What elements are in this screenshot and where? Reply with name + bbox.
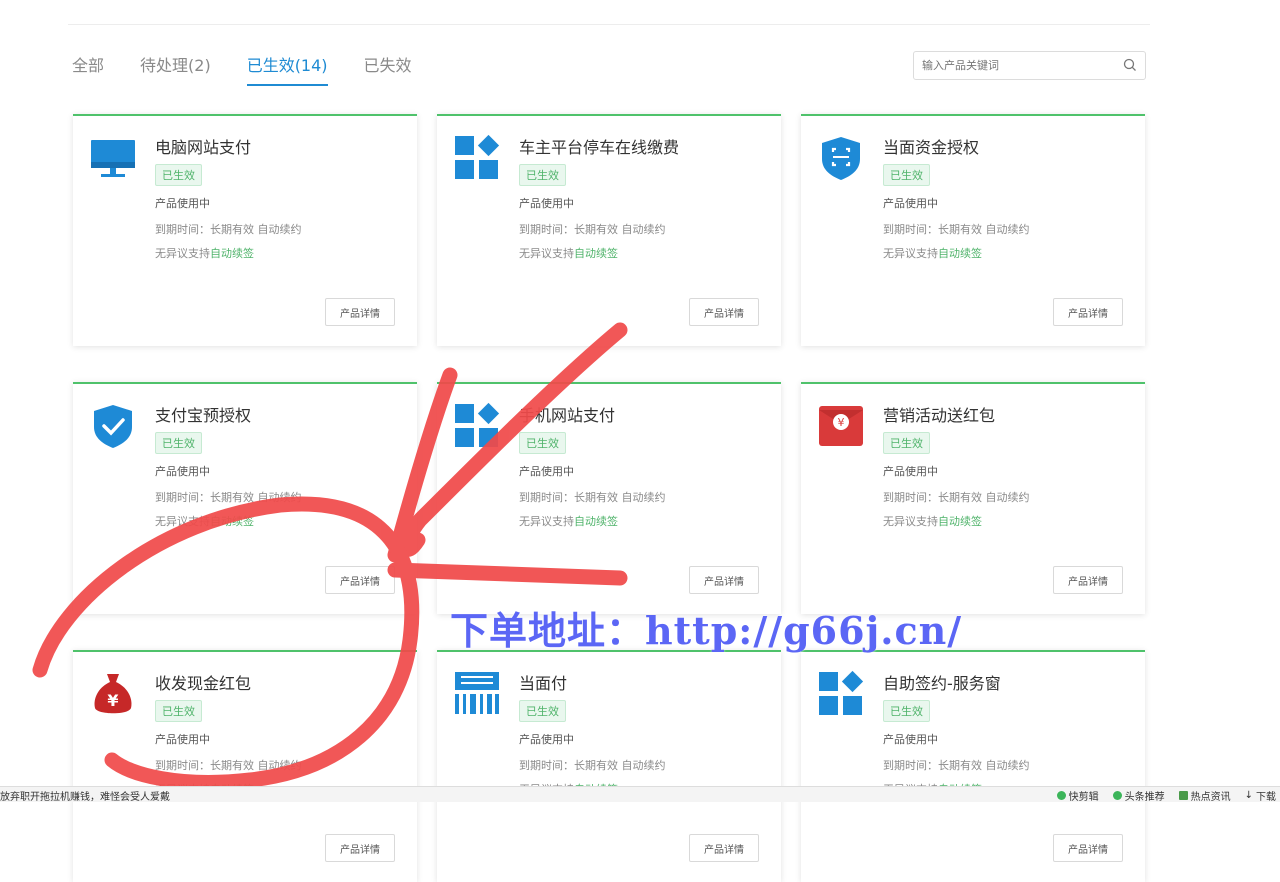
product-card: 手机网站支付 已生效产品使用中到期时间：长期有效 自动续约 无异议支持自动续签产品详…	[437, 382, 781, 614]
product-card: 电脑网站支付 已生效产品使用中到期时间：长期有效 自动续约 无异议支持自动续签产品详…	[73, 114, 417, 346]
search-icon[interactable]	[1123, 58, 1137, 72]
shield-check-icon	[89, 402, 137, 450]
tab-active[interactable]: 已生效(14)	[246, 52, 328, 86]
support-line: 无异议支持自动续签	[883, 513, 982, 529]
product-card: ¥收发现金红包已生效产品使用中到期时间：长期有效 自动续约无异议支持自动续签产品…	[73, 650, 417, 882]
auto-renew-link[interactable]: 自动续签	[938, 247, 982, 260]
product-detail-button[interactable]: 产品详情	[1053, 834, 1123, 862]
product-title: 营销活动送红包	[883, 406, 996, 425]
expiry-text: 到期时间：长期有效 自动续约	[155, 491, 302, 504]
watermark-text: 下单地址：http://g66j.cn/	[450, 608, 963, 653]
usage-text: 产品使用中	[155, 733, 210, 746]
support-prefix: 无异议支持	[519, 515, 574, 528]
support-line: 无异议支持自动续签	[155, 513, 254, 529]
expiry-text: 到期时间：长期有效 自动续约	[883, 223, 1030, 236]
usage-text: 产品使用中	[155, 465, 210, 478]
top-divider	[68, 24, 1150, 25]
status-badge: 已生效	[519, 164, 566, 186]
support-prefix: 无异议支持	[155, 515, 210, 528]
download-arrow-icon: ↓	[1244, 790, 1253, 801]
support-line: 无异议支持自动续签	[519, 245, 618, 261]
app-grid-icon	[817, 670, 865, 718]
auto-renew-link[interactable]: 自动续签	[210, 247, 254, 260]
status-badge: 已生效	[519, 700, 566, 722]
status-badge: 已生效	[519, 432, 566, 454]
expiry-text: 到期时间：长期有效 自动续约	[883, 759, 1030, 772]
tab-all[interactable]: 全部	[72, 52, 104, 86]
support-prefix: 无异议支持	[883, 247, 938, 260]
product-detail-button[interactable]: 产品详情	[1053, 566, 1123, 594]
product-card: 当面付已生效产品使用中到期时间：长期有效 自动续约无异议支持自动续签产品详情	[437, 650, 781, 882]
auto-renew-link[interactable]: 自动续签	[210, 515, 254, 528]
status-badge: 已生效	[155, 164, 202, 186]
product-title: 车主平台停车在线缴费	[519, 138, 680, 157]
product-title: 手机网站支付	[519, 406, 616, 425]
news-icon	[1178, 791, 1188, 800]
search-input[interactable]	[920, 52, 1119, 79]
expiry-text: 到期时间：长期有效 自动续约	[155, 759, 302, 772]
usage-text: 产品使用中	[519, 197, 574, 210]
expiry-text: 到期时间：长期有效 自动续约	[883, 491, 1030, 504]
product-title: 支付宝预授权	[155, 406, 252, 425]
expiry-text: 到期时间：长期有效 自动续约	[519, 223, 666, 236]
product-card: ¥ 营销活动送红包 已生效产品使用中到期时间：长期有效 自动续约 无异议支持自动续签产…	[801, 382, 1145, 614]
auto-renew-link[interactable]: 自动续签	[574, 247, 618, 260]
support-prefix: 无异议支持	[883, 515, 938, 528]
product-detail-button[interactable]: 产品详情	[689, 834, 759, 862]
product-card: 当面资金授权 已生效产品使用中到期时间：长期有效 自动续约 无异议支持自动续签产品详…	[801, 114, 1145, 346]
toutiao-icon	[1112, 791, 1122, 800]
money-bag-icon: ¥	[89, 670, 137, 718]
support-prefix: 无异议支持	[519, 247, 574, 260]
status-badge: 已生效	[883, 164, 930, 186]
support-line: 无异议支持自动续签	[155, 245, 254, 261]
shield-scan-icon	[817, 134, 865, 182]
product-title: 自助签约-服务窗	[883, 674, 1001, 693]
barcode-icon	[453, 670, 501, 718]
auto-renew-link[interactable]: 自动续签	[938, 515, 982, 528]
expiry-text: 到期时间：长期有效 自动续约	[519, 759, 666, 772]
kuaijianji-icon	[1056, 791, 1066, 800]
product-detail-button[interactable]: 产品详情	[1053, 298, 1123, 326]
product-card: 支付宝预授权 已生效产品使用中到期时间：长期有效 自动续约 无异议支持自动续签产品详…	[73, 382, 417, 614]
usage-text: 产品使用中	[883, 733, 938, 746]
product-title: 当面资金授权	[883, 138, 980, 157]
product-detail-button[interactable]: 产品详情	[325, 834, 395, 862]
product-title: 收发现金红包	[155, 674, 252, 693]
status-tabs: 全部 待处理(2) 已生效(14) 已失效	[72, 52, 448, 86]
auto-renew-link[interactable]: 自动续签	[574, 515, 618, 528]
expiry-text: 到期时间：长期有效 自动续约	[519, 491, 666, 504]
tab-expired[interactable]: 已失效	[364, 52, 412, 86]
status-badge: 已生效	[883, 432, 930, 454]
product-title: 当面付	[519, 674, 568, 693]
svg-text:¥: ¥	[107, 691, 118, 710]
usage-text: 产品使用中	[883, 197, 938, 210]
product-card: 自助签约-服务窗已生效产品使用中到期时间：长期有效 自动续约无异议支持自动续签产…	[801, 650, 1145, 882]
usage-text: 产品使用中	[519, 733, 574, 746]
app-grid-icon	[453, 134, 501, 182]
status-badge: 已生效	[155, 700, 202, 722]
browser-status-bar: 放弃职开拖拉机赚钱，难怪会受人爱戴 快剪辑 头条推荐 热点资讯 ↓ 下载	[0, 786, 1280, 803]
product-detail-button[interactable]: 产品详情	[689, 298, 759, 326]
product-card: 车主平台停车在线缴费 已生效产品使用中到期时间：长期有效 自动续约 无异议支持自动续…	[437, 114, 781, 346]
support-line: 无异议支持自动续签	[519, 513, 618, 529]
product-detail-button[interactable]: 产品详情	[325, 566, 395, 594]
status-badge: 已生效	[155, 432, 202, 454]
expiry-text: 到期时间：长期有效 自动续约	[155, 223, 302, 236]
support-prefix: 无异议支持	[155, 247, 210, 260]
product-title: 电脑网站支付	[155, 138, 252, 157]
usage-text: 产品使用中	[519, 465, 574, 478]
monitor-icon	[89, 134, 137, 182]
red-envelope-icon: ¥	[817, 402, 865, 450]
product-search	[913, 51, 1146, 80]
svg-text:¥: ¥	[838, 416, 845, 429]
tab-pending[interactable]: 待处理(2)	[140, 52, 211, 86]
usage-text: 产品使用中	[155, 197, 210, 210]
app-grid-icon	[453, 402, 501, 450]
status-badge: 已生效	[883, 700, 930, 722]
product-detail-button[interactable]: 产品详情	[325, 298, 395, 326]
support-line: 无异议支持自动续签	[883, 245, 982, 261]
usage-text: 产品使用中	[883, 465, 938, 478]
product-detail-button[interactable]: 产品详情	[689, 566, 759, 594]
